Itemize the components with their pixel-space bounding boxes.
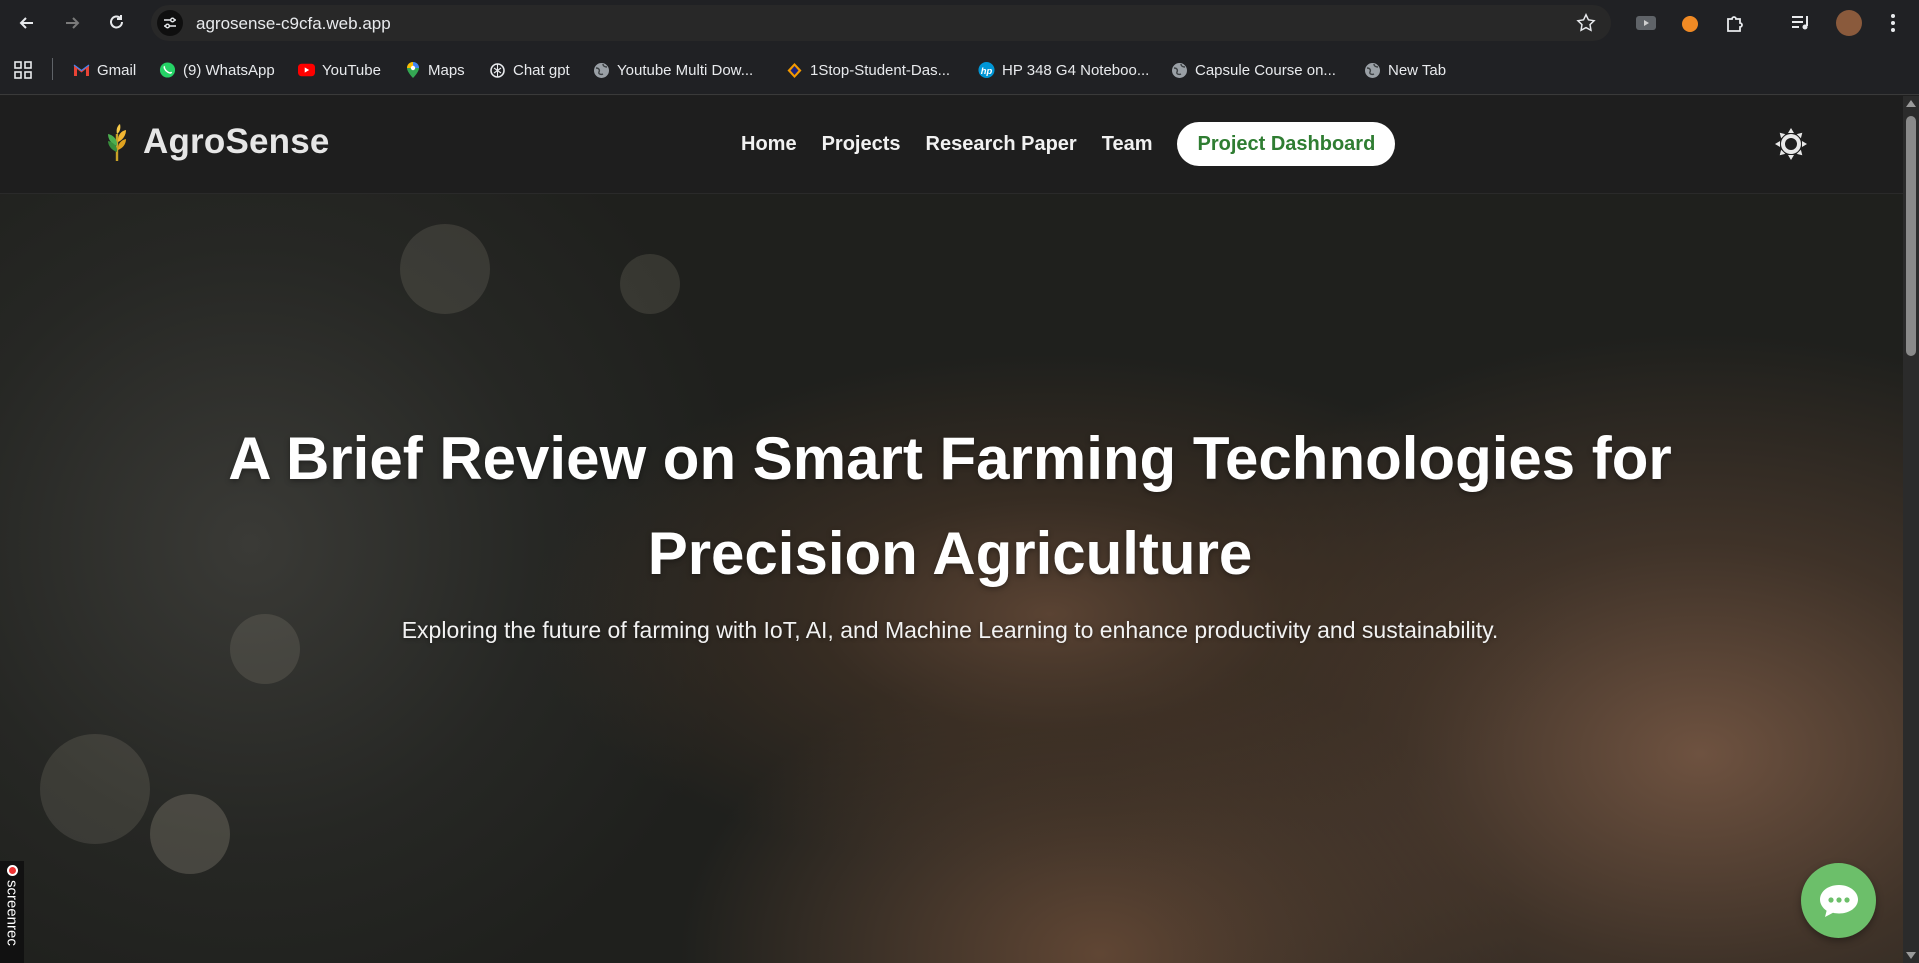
- project-dashboard-button[interactable]: Project Dashboard: [1177, 122, 1396, 166]
- chatgpt-icon: [489, 62, 506, 79]
- bookmark-capsule-course[interactable]: Capsule Course on...: [1171, 59, 1336, 81]
- media-queue-icon[interactable]: [1789, 11, 1813, 35]
- extensions-puzzle-icon[interactable]: [1723, 11, 1747, 35]
- forward-arrow-icon: [66, 17, 80, 29]
- scroll-up-arrow-icon[interactable]: [1906, 100, 1916, 107]
- nav-team[interactable]: Team: [1102, 122, 1153, 166]
- hero-background-bokeh: [620, 254, 680, 314]
- apps-grid-icon[interactable]: [14, 59, 32, 81]
- hero-section: A Brief Review on Smart Farming Technolo…: [0, 194, 1903, 963]
- page-viewport: AgroSense Home Projects Research Paper T…: [0, 96, 1903, 963]
- bookmark-youtube-multi-downloader[interactable]: Youtube Multi Dow...: [593, 59, 753, 81]
- bookmark-chatgpt[interactable]: Chat gpt: [489, 59, 570, 81]
- bookmark-gmail[interactable]: Gmail: [73, 59, 136, 81]
- hp-icon: hp: [978, 61, 995, 79]
- screenrec-label: screenrec: [3, 880, 21, 946]
- main-nav: Home Projects Research Paper Team Projec…: [741, 122, 1396, 166]
- bookmark-youtube[interactable]: YouTube: [298, 59, 381, 81]
- page-scrollbar[interactable]: [1903, 96, 1919, 963]
- address-bar[interactable]: agrosense-c9cfa.web.app: [151, 5, 1611, 41]
- bookmark-hp-348-notebook[interactable]: hp HP 348 G4 Noteboo...: [978, 59, 1149, 81]
- scroll-down-arrow-icon[interactable]: [1906, 952, 1916, 959]
- back-arrow-icon: [19, 17, 33, 29]
- profile-avatar[interactable]: [1836, 10, 1862, 36]
- maps-icon: [404, 62, 421, 79]
- brand-name: AgroSense: [143, 122, 330, 161]
- site-icon: [786, 62, 803, 79]
- bookmarks-bar: Gmail (9) WhatsApp YouTube Maps Chat gpt…: [0, 46, 1919, 95]
- site-info-icon[interactable]: [157, 10, 183, 36]
- cast-extension-icon[interactable]: [1634, 11, 1658, 35]
- globe-icon: [1364, 62, 1381, 79]
- wheat-logo-icon: [108, 124, 126, 161]
- back-button[interactable]: [13, 9, 41, 37]
- chat-button[interactable]: [1801, 863, 1876, 938]
- globe-icon: [1171, 62, 1188, 79]
- forward-button[interactable]: [58, 9, 86, 37]
- youtube-icon: [298, 62, 315, 79]
- hand-extension-icon[interactable]: [1678, 11, 1702, 35]
- bookmark-whatsapp[interactable]: (9) WhatsApp: [159, 59, 275, 81]
- bookmarks-separator: [52, 58, 53, 80]
- svg-text:hp: hp: [981, 66, 993, 77]
- screenrec-widget[interactable]: screenrec: [0, 861, 24, 963]
- nav-projects[interactable]: Projects: [822, 122, 901, 166]
- chat-bubble-icon: [1819, 884, 1858, 917]
- hero-background-bokeh: [400, 224, 490, 314]
- nav-research-paper[interactable]: Research Paper: [926, 122, 1077, 166]
- globe-icon: [593, 62, 610, 79]
- browser-menu-icon[interactable]: [1881, 11, 1905, 35]
- theme-toggle-sun-icon[interactable]: [1774, 127, 1808, 161]
- hero-background-bokeh: [150, 794, 230, 874]
- bookmark-maps[interactable]: Maps: [404, 59, 465, 81]
- bookmark-1stop-student-dashboard[interactable]: 1Stop-Student-Das...: [786, 59, 950, 81]
- nav-home[interactable]: Home: [741, 122, 797, 166]
- brand-logo[interactable]: AgroSense: [103, 122, 330, 162]
- reload-button[interactable]: [103, 9, 131, 37]
- scroll-thumb[interactable]: [1906, 116, 1916, 356]
- browser-toolbar: agrosense-c9cfa.web.app: [0, 0, 1919, 46]
- bookmark-star-icon[interactable]: [1575, 12, 1597, 34]
- bookmark-new-tab[interactable]: New Tab: [1364, 59, 1446, 81]
- site-header: AgroSense Home Projects Research Paper T…: [0, 96, 1903, 194]
- gmail-icon: [73, 62, 90, 79]
- whatsapp-icon: [159, 62, 176, 79]
- hero-title: A Brief Review on Smart Farming Technolo…: [228, 425, 1672, 587]
- reload-icon: [110, 15, 123, 29]
- url-text[interactable]: agrosense-c9cfa.web.app: [196, 14, 391, 34]
- hero-background-bokeh: [40, 734, 150, 844]
- record-dot-icon: [6, 865, 18, 876]
- hero-subtitle: Exploring the future of farming with IoT…: [401, 617, 1499, 643]
